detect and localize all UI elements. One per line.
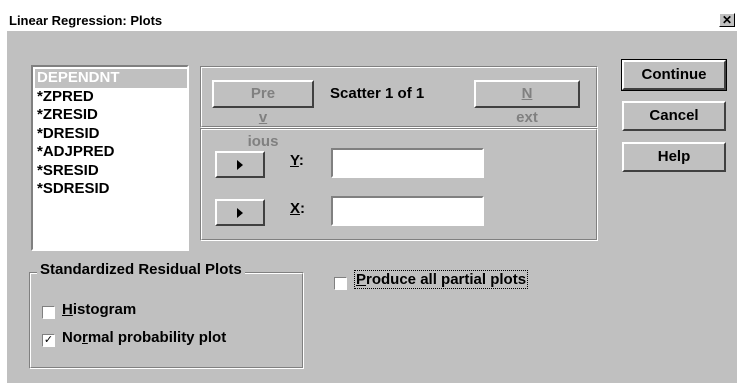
scatter-status: Scatter 1 of 1 xyxy=(330,85,425,102)
title-bar: Linear Regression: Plots ✕ xyxy=(7,11,737,31)
help-button[interactable]: Help xyxy=(622,142,726,172)
cancel-button[interactable]: Cancel xyxy=(622,101,726,131)
triangle-right-icon xyxy=(237,160,243,170)
next-button-label: Next xyxy=(516,85,538,126)
histogram-checkbox[interactable] xyxy=(42,306,55,319)
variable-list-item[interactable]: *ZPRED xyxy=(35,88,187,107)
variable-list-item[interactable]: *DRESID xyxy=(35,125,187,144)
window-title: Linear Regression: Plots xyxy=(9,13,163,28)
normal-probability-checkbox[interactable]: ✓ xyxy=(42,334,55,347)
close-button[interactable]: ✕ xyxy=(719,13,735,27)
variable-list-item[interactable]: *SDRESID xyxy=(35,180,187,199)
cancel-button-label: Cancel xyxy=(649,107,699,124)
previous-button[interactable]: Pre v ious xyxy=(212,80,314,150)
move-to-x-button[interactable] xyxy=(215,199,265,226)
check-icon: ✓ xyxy=(43,334,54,346)
next-button[interactable]: Next xyxy=(474,80,580,126)
x-axis-field[interactable] xyxy=(331,196,484,226)
partial-plots-checkbox[interactable] xyxy=(334,277,347,290)
normal-probability-label[interactable]: Normal probability plot xyxy=(62,329,226,346)
help-button-label: Help xyxy=(657,148,691,165)
continue-button-label: Continue xyxy=(641,66,707,83)
partial-plots-label[interactable]: Produce all partial plots xyxy=(353,270,529,289)
variable-list-item[interactable]: *ZRESID xyxy=(35,106,187,125)
dialog-window: Linear Regression: Plots ✕ DEPENDNT *ZPRE… xyxy=(7,11,737,383)
y-axis-field[interactable] xyxy=(331,148,484,178)
x-axis-label: X: xyxy=(290,200,306,217)
move-to-y-button[interactable] xyxy=(215,151,265,178)
triangle-right-icon xyxy=(237,208,243,218)
variable-list-item[interactable]: DEPENDNT xyxy=(35,69,187,88)
residual-plots-group xyxy=(29,272,304,369)
variable-list[interactable]: DEPENDNT *ZPRED *ZRESID *DRESID *ADJPRED *SRE… xyxy=(31,65,189,251)
histogram-label[interactable]: Histogram xyxy=(62,301,136,318)
y-axis-label: Y: xyxy=(290,152,304,169)
continue-button[interactable]: Continue xyxy=(621,59,727,91)
variable-list-item[interactable]: *ADJPRED xyxy=(35,143,187,162)
variable-list-item[interactable]: *SRESID xyxy=(35,162,187,181)
residual-plots-legend: Standardized Residual Plots xyxy=(37,261,245,278)
close-icon: ✕ xyxy=(721,13,733,27)
